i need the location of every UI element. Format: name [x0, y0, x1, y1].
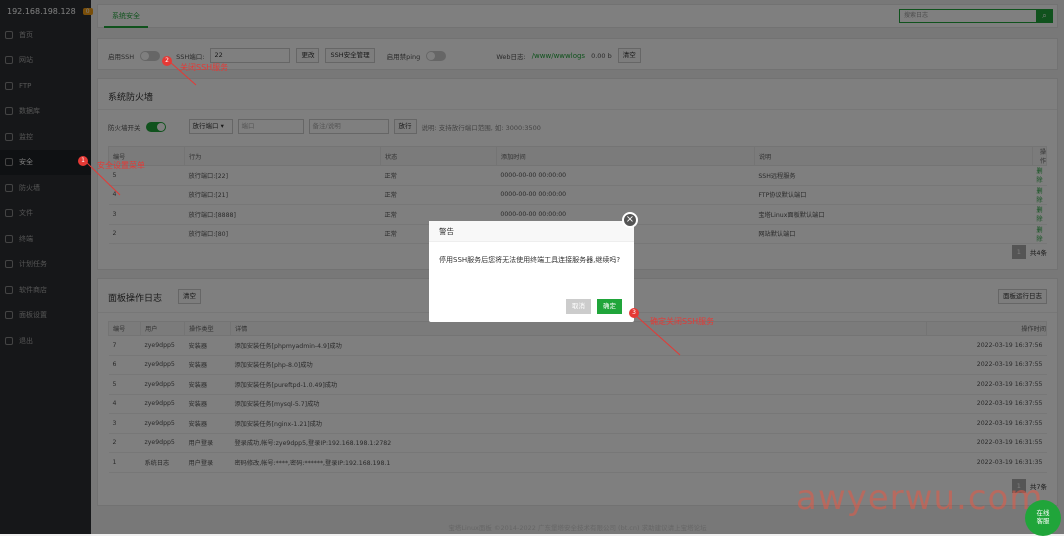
- chat-line-2: 客服: [1036, 517, 1050, 525]
- marker-1: 1: [78, 156, 88, 166]
- marker-2: 2: [162, 56, 172, 66]
- marker-3: 3: [629, 308, 639, 318]
- annotation-1: 安全设置菜单: [97, 161, 145, 170]
- annotation-2: 关闭SSH服务: [180, 63, 229, 72]
- annotation-arrows: [83, 61, 681, 356]
- chat-line-1: 在线: [1036, 509, 1050, 517]
- online-support-button[interactable]: 在线 客服: [1025, 500, 1061, 536]
- annotation-3: 确定关闭SSH服务: [650, 317, 715, 326]
- watermark: awyerwu.com: [796, 478, 1044, 518]
